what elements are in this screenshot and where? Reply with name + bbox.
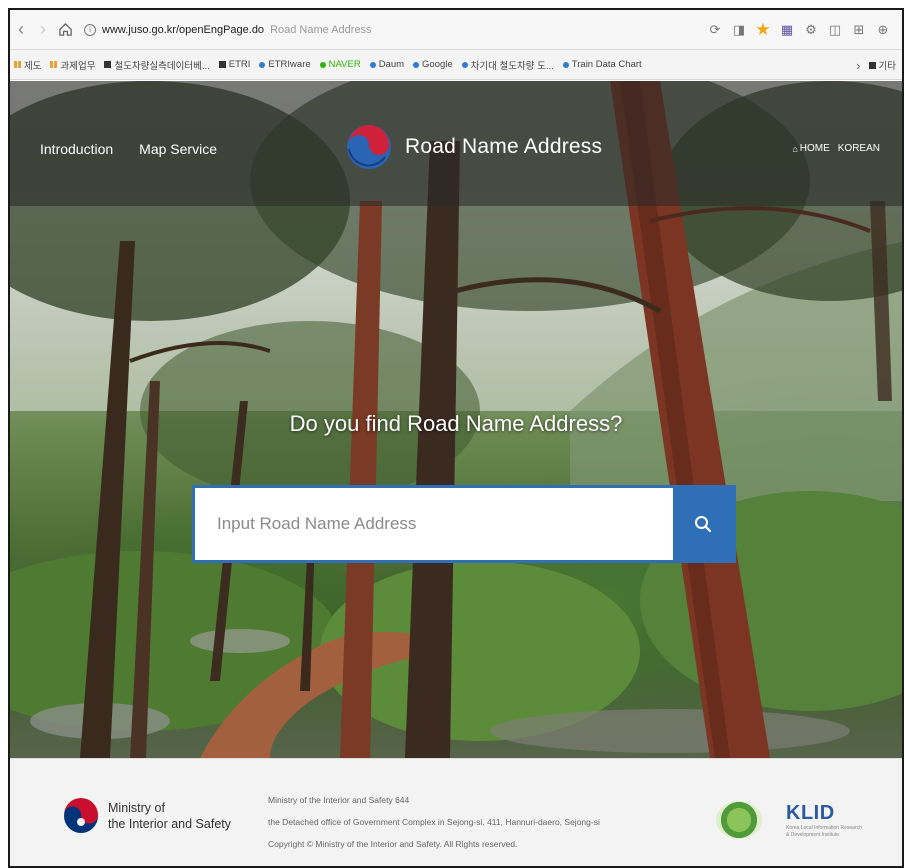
- site-icon: [562, 61, 569, 68]
- bookmark-star-icon[interactable]: ★: [754, 20, 772, 39]
- footer-address-line: the Detached office of Government Comple…: [268, 817, 600, 827]
- reader-icon[interactable]: ◫: [826, 21, 844, 39]
- home-icon[interactable]: [54, 17, 76, 43]
- address-bar: ‹ › i www.juso.go.kr/openEngPage.do Road…: [10, 10, 902, 50]
- security-icon: i: [84, 23, 96, 36]
- url-text: www.juso.go.kr/openEngPage.do: [102, 23, 265, 36]
- bookmark-item[interactable]: NAVER: [319, 59, 361, 70]
- folder-icon: [50, 61, 58, 68]
- settings-icon[interactable]: ⚙: [802, 21, 820, 39]
- site-icon: [461, 61, 468, 68]
- search-button[interactable]: [673, 488, 733, 560]
- ministry-logo[interactable]: Ministry of the Interior and Safety: [62, 797, 231, 835]
- klid-name: KLID: [786, 801, 835, 824]
- certification-seal-icon[interactable]: [716, 801, 762, 839]
- add-tab-icon[interactable]: ⊞: [850, 21, 868, 39]
- site-icon: [369, 61, 376, 68]
- hero-section: Introduction Map Service Road Name Addre…: [10, 81, 902, 758]
- address-search-form: [192, 485, 736, 563]
- bookmark-item[interactable]: ETRI: [218, 59, 250, 70]
- bookmarks-bar: 제도 과제업무 철도차량실측데이터베... ETRI ETRIware NAVE…: [10, 50, 902, 80]
- utility-menu: ⌂ HOME KOREAN: [792, 143, 880, 154]
- menu-introduction[interactable]: Introduction: [40, 141, 113, 157]
- shield-icon[interactable]: ◨: [730, 21, 748, 39]
- language-link[interactable]: KOREAN: [838, 143, 880, 154]
- other-bookmarks[interactable]: 기타: [868, 58, 896, 72]
- partner-logos: KLID Korea Local Information Research & …: [716, 801, 866, 839]
- bookmark-item[interactable]: Train Data Chart: [562, 59, 642, 70]
- bookmark-item[interactable]: 철도차량실측데이터베...: [104, 58, 210, 72]
- menu-map-service[interactable]: Map Service: [139, 141, 217, 157]
- folder-icon: [104, 61, 112, 68]
- bookmark-item[interactable]: ETRIware: [259, 59, 311, 70]
- search-icon: [695, 516, 712, 533]
- site-brand[interactable]: Road Name Address: [345, 123, 602, 171]
- folder-icon: [868, 61, 876, 69]
- ministry-name: Ministry of the Interior and Safety: [108, 801, 231, 831]
- chevron-right-icon[interactable]: ›: [856, 58, 860, 73]
- footer-address-line: Ministry of the Interior and Safety 644: [268, 795, 410, 805]
- klid-subtitle: Korea Local Information Research & Devel…: [786, 824, 862, 838]
- footer-copyright: Copyright © Ministry of the Interior and…: [268, 839, 518, 849]
- search-prompt: Do you find Road Name Address?: [289, 411, 623, 436]
- apps-grid-icon: [14, 61, 21, 68]
- refresh-icon[interactable]: ⟳: [706, 21, 724, 39]
- site-icon: [413, 61, 420, 68]
- page-footer: Ministry of the Interior and Safety Mini…: [10, 758, 902, 866]
- url-field[interactable]: i www.juso.go.kr/openEngPage.do Road Nam…: [84, 16, 706, 44]
- folder-icon: [218, 61, 226, 68]
- taegeuk-logo-icon: [345, 123, 393, 171]
- address-search-input[interactable]: [195, 488, 673, 560]
- back-icon[interactable]: ‹: [10, 17, 32, 43]
- main-menu: Introduction Map Service: [40, 141, 217, 157]
- bookmark-item[interactable]: Google: [413, 59, 453, 70]
- forward-icon[interactable]: ›: [32, 17, 54, 43]
- menu-icon[interactable]: ⊕: [874, 21, 892, 39]
- bookmark-item[interactable]: Daum: [369, 59, 404, 70]
- klid-logo[interactable]: KLID Korea Local Information Research & …: [786, 802, 866, 839]
- home-link[interactable]: ⌂ HOME: [792, 143, 829, 154]
- bookmark-item[interactable]: 제도: [14, 58, 41, 72]
- bookmark-item[interactable]: 차기대 철도차량 도...: [461, 58, 554, 72]
- government-emblem-icon: [64, 798, 98, 833]
- browser-window: ‹ › i www.juso.go.kr/openEngPage.do Road…: [8, 8, 904, 868]
- brand-title: Road Name Address: [405, 135, 603, 158]
- footer-info: Ministry of the Interior and Safety 644 …: [268, 789, 600, 855]
- bookmark-item[interactable]: 과제업무: [50, 58, 95, 72]
- page-title-text: Road Name Address: [270, 23, 372, 36]
- extension-icon[interactable]: ▦: [778, 21, 796, 39]
- site-icon: [319, 61, 326, 68]
- site-icon: [259, 61, 266, 68]
- home-icon: ⌂: [792, 143, 798, 154]
